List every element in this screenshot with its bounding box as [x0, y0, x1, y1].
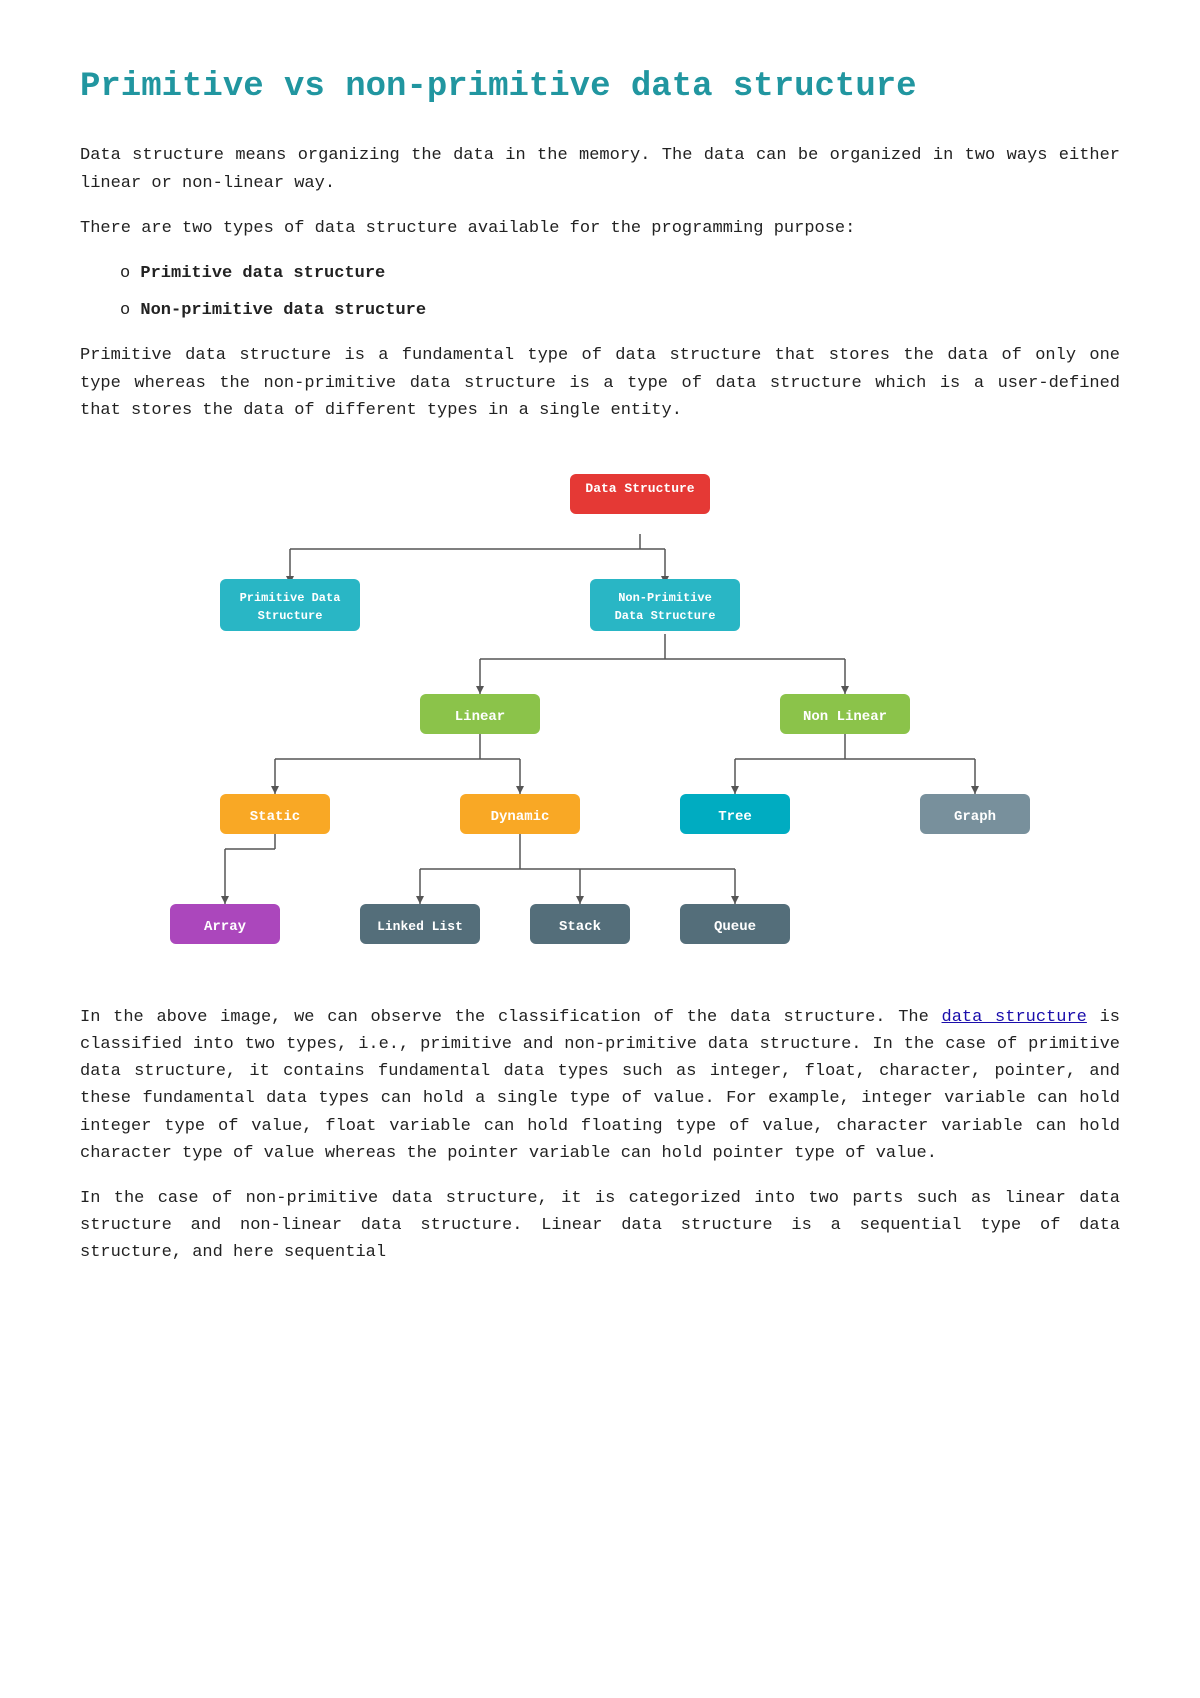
- node-dynamic-label: Dynamic: [491, 809, 550, 825]
- node-non-primitive: [590, 579, 740, 631]
- data-structure-diagram: Data Structure Primitive Data Structure …: [100, 454, 1100, 974]
- node-linear-label: Linear: [455, 709, 505, 725]
- node-tree-label: Tree: [718, 809, 752, 825]
- node-data-structure-label: Data Structure: [585, 481, 694, 496]
- node-non-primitive-label-2: Data Structure: [615, 609, 716, 623]
- description-para: Primitive data structure is a fundamenta…: [80, 342, 1120, 424]
- intro-para-1: Data structure means organizing the data…: [80, 142, 1120, 196]
- page-title: Primitive vs non-primitive data structur…: [80, 60, 1120, 114]
- node-graph-label: Graph: [954, 809, 996, 825]
- bullet-list: Primitive data structure Non-primitive d…: [120, 260, 1120, 324]
- below-diagram-para: In the above image, we can observe the c…: [80, 1004, 1120, 1167]
- non-primitive-para: In the case of non-primitive data struct…: [80, 1185, 1120, 1267]
- node-primitive-label-1: Primitive Data: [240, 591, 341, 605]
- node-linked-list-label: Linked List: [377, 919, 463, 934]
- list-item-1: Primitive data structure: [120, 260, 1120, 287]
- node-primitive-label-2: Structure: [258, 609, 323, 623]
- node-primitive: [220, 579, 360, 631]
- node-non-linear-label: Non Linear: [803, 709, 887, 725]
- list-item-2: Non-primitive data structure: [120, 297, 1120, 324]
- intro-para-2: There are two types of data structure av…: [80, 215, 1120, 242]
- node-non-primitive-label-1: Non-Primitive: [618, 591, 712, 605]
- node-static-label: Static: [250, 809, 300, 825]
- node-queue-label: Queue: [714, 919, 756, 935]
- node-array-label: Array: [204, 919, 247, 935]
- node-stack-label: Stack: [559, 919, 601, 935]
- diagram-container: Data Structure Primitive Data Structure …: [80, 454, 1120, 974]
- data-structure-link[interactable]: data structure: [942, 1008, 1087, 1027]
